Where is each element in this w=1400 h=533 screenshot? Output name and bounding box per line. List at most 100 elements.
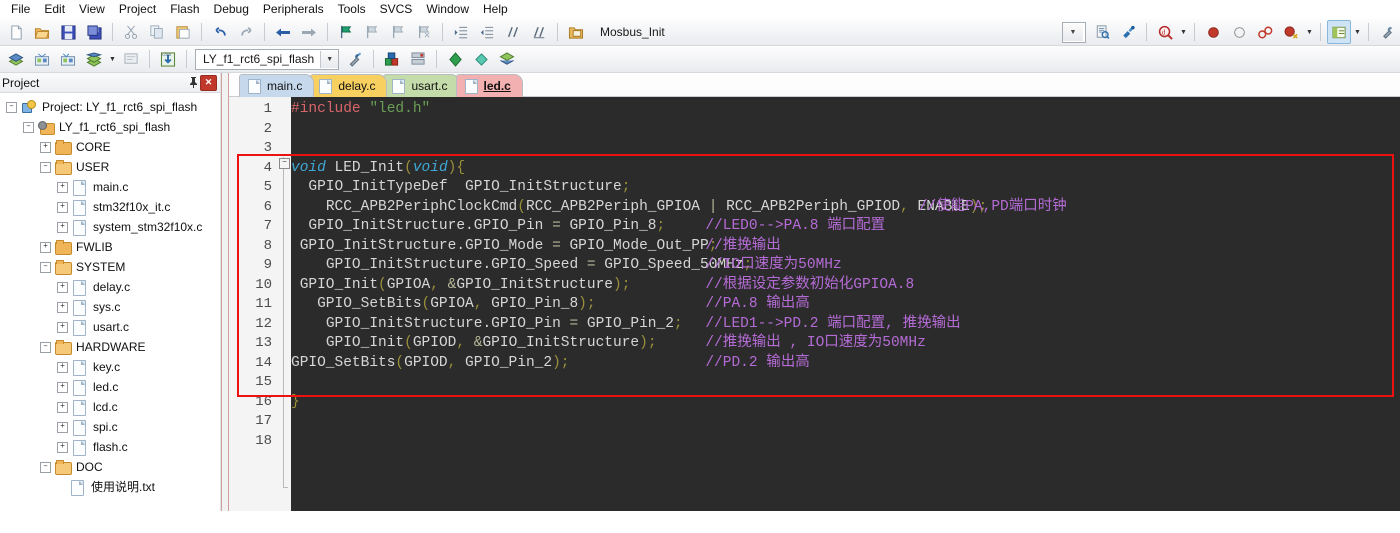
redo-icon[interactable] [234, 20, 258, 44]
navigate-back-icon[interactable] [271, 20, 295, 44]
debug-start-icon[interactable] [443, 47, 467, 71]
menu-item-edit[interactable]: Edit [37, 0, 72, 18]
disable-breakpoint-icon[interactable] [1227, 20, 1251, 44]
bookmark-toggle-icon[interactable] [334, 20, 358, 44]
project-target-combo[interactable]: LY_f1_rct6_spi_flash ▼ [195, 48, 340, 70]
menu-item-debug[interactable]: Debug [207, 0, 256, 18]
project-window-icon[interactable] [1327, 20, 1351, 44]
menu-item-help[interactable]: Help [476, 0, 515, 18]
menu-item-tools[interactable]: Tools [331, 0, 373, 18]
uncomment-icon[interactable] [527, 20, 551, 44]
tree-item-system[interactable]: – SYSTEM [0, 257, 220, 277]
tree-item-fwlib[interactable]: + FWLIB [0, 237, 220, 257]
books-icon[interactable] [406, 47, 430, 71]
disable-all-breakpoints-icon[interactable] [1279, 20, 1303, 44]
pin-icon[interactable] [186, 75, 200, 90]
build-target-icon[interactable] [30, 47, 54, 71]
collapse-icon[interactable]: – [40, 341, 51, 353]
chevron-down-icon[interactable]: ▼ [320, 50, 339, 68]
editor-tab-main-c[interactable]: main.c [239, 74, 315, 97]
fold-toggle-icon[interactable]: − [279, 158, 290, 169]
expand-icon[interactable]: + [57, 421, 68, 433]
tree-item-led.c[interactable]: + led.c [0, 377, 220, 397]
expand-icon[interactable]: + [57, 181, 68, 193]
paste-icon[interactable] [171, 20, 195, 44]
open-file-icon[interactable] [30, 20, 54, 44]
packs-install-icon[interactable] [469, 47, 493, 71]
project-tree[interactable]: – Project: LY_f1_rct6_spi_flash – LY_f1_rct… [0, 93, 220, 497]
bookmark-prev-icon[interactable] [360, 20, 384, 44]
configuration-wizard-icon[interactable] [1375, 20, 1399, 44]
chevron-down-icon[interactable]: ▼ [1063, 23, 1083, 41]
tree-item-delay.c[interactable]: + delay.c [0, 277, 220, 297]
close-icon[interactable]: ✕ [200, 74, 217, 91]
collapse-icon[interactable]: – [6, 101, 17, 113]
collapse-icon[interactable]: – [40, 161, 51, 173]
tree-item-project-ly-f1-rct6-spi-flash[interactable]: – Project: LY_f1_rct6_spi_flash [0, 97, 220, 117]
collapse-icon[interactable]: – [23, 121, 34, 133]
expand-icon[interactable]: + [40, 241, 51, 253]
editor-tab-delay-c[interactable]: delay.c [310, 74, 388, 97]
expand-icon[interactable]: + [57, 381, 68, 393]
translate-icon[interactable] [4, 47, 28, 71]
tree-item-spi.c[interactable]: + spi.c [0, 417, 220, 437]
save-icon[interactable] [56, 20, 80, 44]
copy-icon[interactable] [145, 20, 169, 44]
menu-item-window[interactable]: Window [419, 0, 476, 18]
menu-item-file[interactable]: File [4, 0, 37, 18]
navigate-forward-icon[interactable] [297, 20, 321, 44]
tree-item-usart.c[interactable]: + usart.c [0, 317, 220, 337]
save-all-icon[interactable] [82, 20, 106, 44]
expand-icon[interactable]: + [57, 441, 68, 453]
indent-right-icon[interactable] [449, 20, 473, 44]
panel-splitter[interactable] [221, 73, 229, 511]
code-text[interactable]: #include "led.h" void LED_Init(void){ GPI… [291, 97, 1400, 511]
tree-item-user[interactable]: – USER [0, 157, 220, 177]
tree-item-stm32f10x-it.c[interactable]: + stm32f10x_it.c [0, 197, 220, 217]
tree-item-main.c[interactable]: + main.c [0, 177, 220, 197]
menu-item-svcs[interactable]: SVCS [373, 0, 420, 18]
batch-build-caret[interactable]: ▼ [107, 48, 118, 70]
tree-item-hardware[interactable]: – HARDWARE [0, 337, 220, 357]
expand-icon[interactable]: + [57, 201, 68, 213]
menu-item-view[interactable]: View [72, 0, 112, 18]
kill-all-breakpoints-icon[interactable] [1253, 20, 1277, 44]
download-icon[interactable]: LOAD [156, 47, 180, 71]
find-dropdown-caret[interactable]: ▼ [1178, 21, 1189, 43]
target-options-icon[interactable] [343, 47, 367, 71]
expand-icon[interactable]: + [57, 301, 68, 313]
expand-icon[interactable]: + [40, 141, 51, 153]
expand-icon[interactable]: + [57, 321, 68, 333]
pack-manager-icon[interactable] [495, 47, 519, 71]
cut-icon[interactable] [119, 20, 143, 44]
tree-item-key.c[interactable]: + key.c [0, 357, 220, 377]
project-window-caret[interactable]: ▼ [1352, 21, 1363, 43]
tree-item-ly-f1-rct6-spi-flash[interactable]: – LY_f1_rct6_spi_flash [0, 117, 220, 137]
stop-build-icon[interactable] [119, 47, 143, 71]
insert-breakpoint-icon[interactable] [1201, 20, 1225, 44]
undo-icon[interactable] [208, 20, 232, 44]
manage-components-icon[interactable] [380, 47, 404, 71]
editor-tab-led-c[interactable]: led.c [455, 74, 523, 97]
bookmark-next-icon[interactable] [386, 20, 410, 44]
bookmark-clear-icon[interactable] [412, 20, 436, 44]
code-folding-bar[interactable]: − [277, 97, 291, 511]
find-icon[interactable]: d [1153, 20, 1177, 44]
new-file-icon[interactable] [4, 20, 28, 44]
expand-icon[interactable]: + [57, 361, 68, 373]
tree-item-lcd.c[interactable]: + lcd.c [0, 397, 220, 417]
batch-build-icon[interactable] [82, 47, 106, 71]
expand-icon[interactable]: + [57, 221, 68, 233]
function-dropdown[interactable]: ▼ [1062, 21, 1086, 43]
comment-icon[interactable] [501, 20, 525, 44]
rebuild-all-icon[interactable] [56, 47, 80, 71]
tree-item-system-stm32f10x.c[interactable]: + system_stm32f10x.c [0, 217, 220, 237]
menu-item-peripherals[interactable]: Peripherals [256, 0, 331, 18]
expand-icon[interactable]: + [57, 281, 68, 293]
menu-item-flash[interactable]: Flash [163, 0, 206, 18]
collapse-icon[interactable]: – [40, 261, 51, 273]
menu-item-project[interactable]: Project [112, 0, 163, 18]
tree-item-flash.c[interactable]: + flash.c [0, 437, 220, 457]
collapse-icon[interactable]: – [40, 461, 51, 473]
expand-icon[interactable]: + [57, 401, 68, 413]
